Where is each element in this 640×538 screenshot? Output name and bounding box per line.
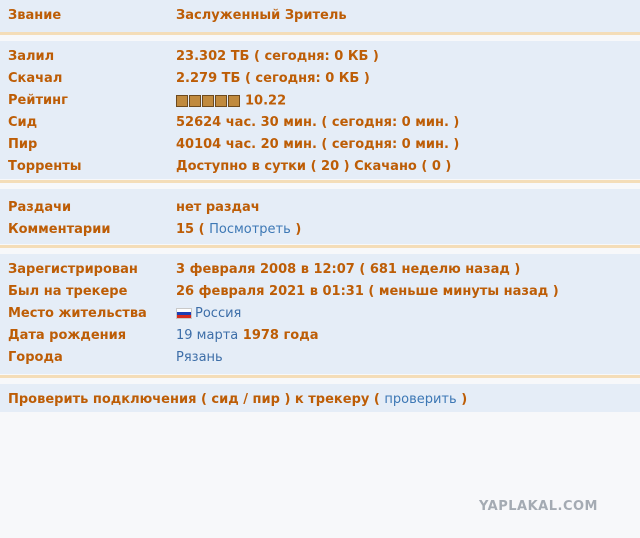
comments-value: 15 ( Посмотреть ): [176, 219, 301, 241]
uploaded-value: 23.302 ТБ ( сегодня: 0 КБ ): [176, 49, 379, 64]
rank-row: Звание Заслуженный Зритель: [0, 5, 640, 27]
comments-row: Комментарии 15 ( Посмотреть ): [0, 219, 640, 241]
rating-label: Рейтинг: [8, 93, 68, 108]
rating-stars-icon: [176, 90, 241, 112]
downloaded-value: 2.279 ТБ ( сегодня: 0 КБ ): [176, 71, 370, 86]
comments-count: 15 (: [176, 222, 205, 237]
releases-value: нет раздач: [176, 200, 260, 215]
peer-label: Пир: [8, 137, 38, 152]
connection-close: ): [456, 392, 468, 407]
divider: [0, 245, 640, 248]
cities-row: Города Рязань: [0, 347, 640, 369]
location-value: Россия: [195, 306, 242, 321]
last-seen-row: Был на трекере 26 февраля 2021 в 01:31 (…: [0, 281, 640, 303]
registered-label: Зарегистрирован: [8, 262, 138, 277]
yaplakal-watermark: YAPLAKAL.COM: [479, 499, 598, 514]
comments-label: Комментарии: [8, 222, 111, 237]
releases-label: Раздачи: [8, 200, 72, 215]
torrents-row: Торренты Доступно в сутки ( 20 ) Скачано…: [0, 156, 640, 178]
cities-label: Города: [8, 350, 63, 365]
location-row: Место жительства Россия: [0, 303, 640, 325]
divider: [0, 180, 640, 183]
rating-value: 10.22: [245, 93, 287, 109]
russia-flag-icon: [176, 308, 192, 319]
activity-section: Раздачи нет раздач Комментарии 15 ( Посм…: [0, 189, 640, 244]
divider: [0, 32, 640, 35]
divider: [0, 375, 640, 378]
peer-value: 40104 час. 20 мин. ( сегодня: 0 мин. ): [176, 137, 460, 152]
rating-row: Рейтинг 10.22: [0, 90, 640, 112]
connection-section: Проверить подключения ( сид / пир ) к тр…: [0, 384, 640, 412]
profile-section: Зарегистрирован 3 февраля 2008 в 12:07 (…: [0, 254, 640, 374]
cities-value: Рязань: [176, 350, 223, 365]
registered-value: 3 февраля 2008 в 12:07 ( 681 неделю наза…: [176, 262, 521, 277]
torrents-value: Доступно в сутки ( 20 ) Скачано ( 0 ): [176, 159, 452, 174]
check-connection-link[interactable]: проверить: [384, 392, 456, 407]
stats-section: Залил 23.302 ТБ ( сегодня: 0 КБ ) Скачал…: [0, 41, 640, 179]
birthday-row: Дата рождения 19 марта 1978 года: [0, 325, 640, 347]
comments-close: ): [290, 222, 302, 237]
releases-row: Раздачи нет раздач: [0, 197, 640, 219]
registered-row: Зарегистрирован 3 февраля 2008 в 12:07 (…: [0, 259, 640, 281]
downloaded-row: Скачал 2.279 ТБ ( сегодня: 0 КБ ): [0, 68, 640, 90]
connection-text-wrap: Проверить подключения ( сид / пир ) к тр…: [8, 389, 467, 411]
peer-row: Пир 40104 час. 20 мин. ( сегодня: 0 мин.…: [0, 134, 640, 156]
seed-value: 52624 час. 30 мин. ( сегодня: 0 мин. ): [176, 115, 460, 130]
view-comments-link[interactable]: Посмотреть: [209, 222, 291, 237]
seed-label: Сид: [8, 115, 38, 130]
rating-value-wrap: 10.22: [176, 90, 286, 113]
birthday-day: 19 марта: [176, 328, 239, 343]
uploaded-row: Залил 23.302 ТБ ( сегодня: 0 КБ ): [0, 46, 640, 68]
birthday-year: 1978 года: [242, 328, 319, 343]
birthday-value: 19 марта 1978 года: [176, 325, 318, 347]
torrents-label: Торренты: [8, 159, 82, 174]
birthday-label: Дата рождения: [8, 328, 127, 343]
user-profile-page: Звание Заслуженный Зритель Залил 23.302 …: [0, 0, 640, 538]
rank-label: Звание: [8, 8, 62, 23]
location-value-wrap: Россия: [176, 303, 241, 325]
last-seen-label: Был на трекере: [8, 284, 128, 299]
last-seen-value: 26 февраля 2021 в 01:31 ( меньше минуты …: [176, 284, 559, 299]
rank-value: Заслуженный Зритель: [176, 8, 347, 23]
connection-text: Проверить подключения ( сид / пир ) к тр…: [8, 392, 380, 407]
seed-row: Сид 52624 час. 30 мин. ( сегодня: 0 мин.…: [0, 112, 640, 134]
rank-section: Звание Заслуженный Зритель: [0, 0, 640, 32]
downloaded-label: Скачал: [8, 71, 63, 86]
uploaded-label: Залил: [8, 49, 55, 64]
connection-row: Проверить подключения ( сид / пир ) к тр…: [0, 389, 640, 411]
location-label: Место жительства: [8, 306, 147, 321]
